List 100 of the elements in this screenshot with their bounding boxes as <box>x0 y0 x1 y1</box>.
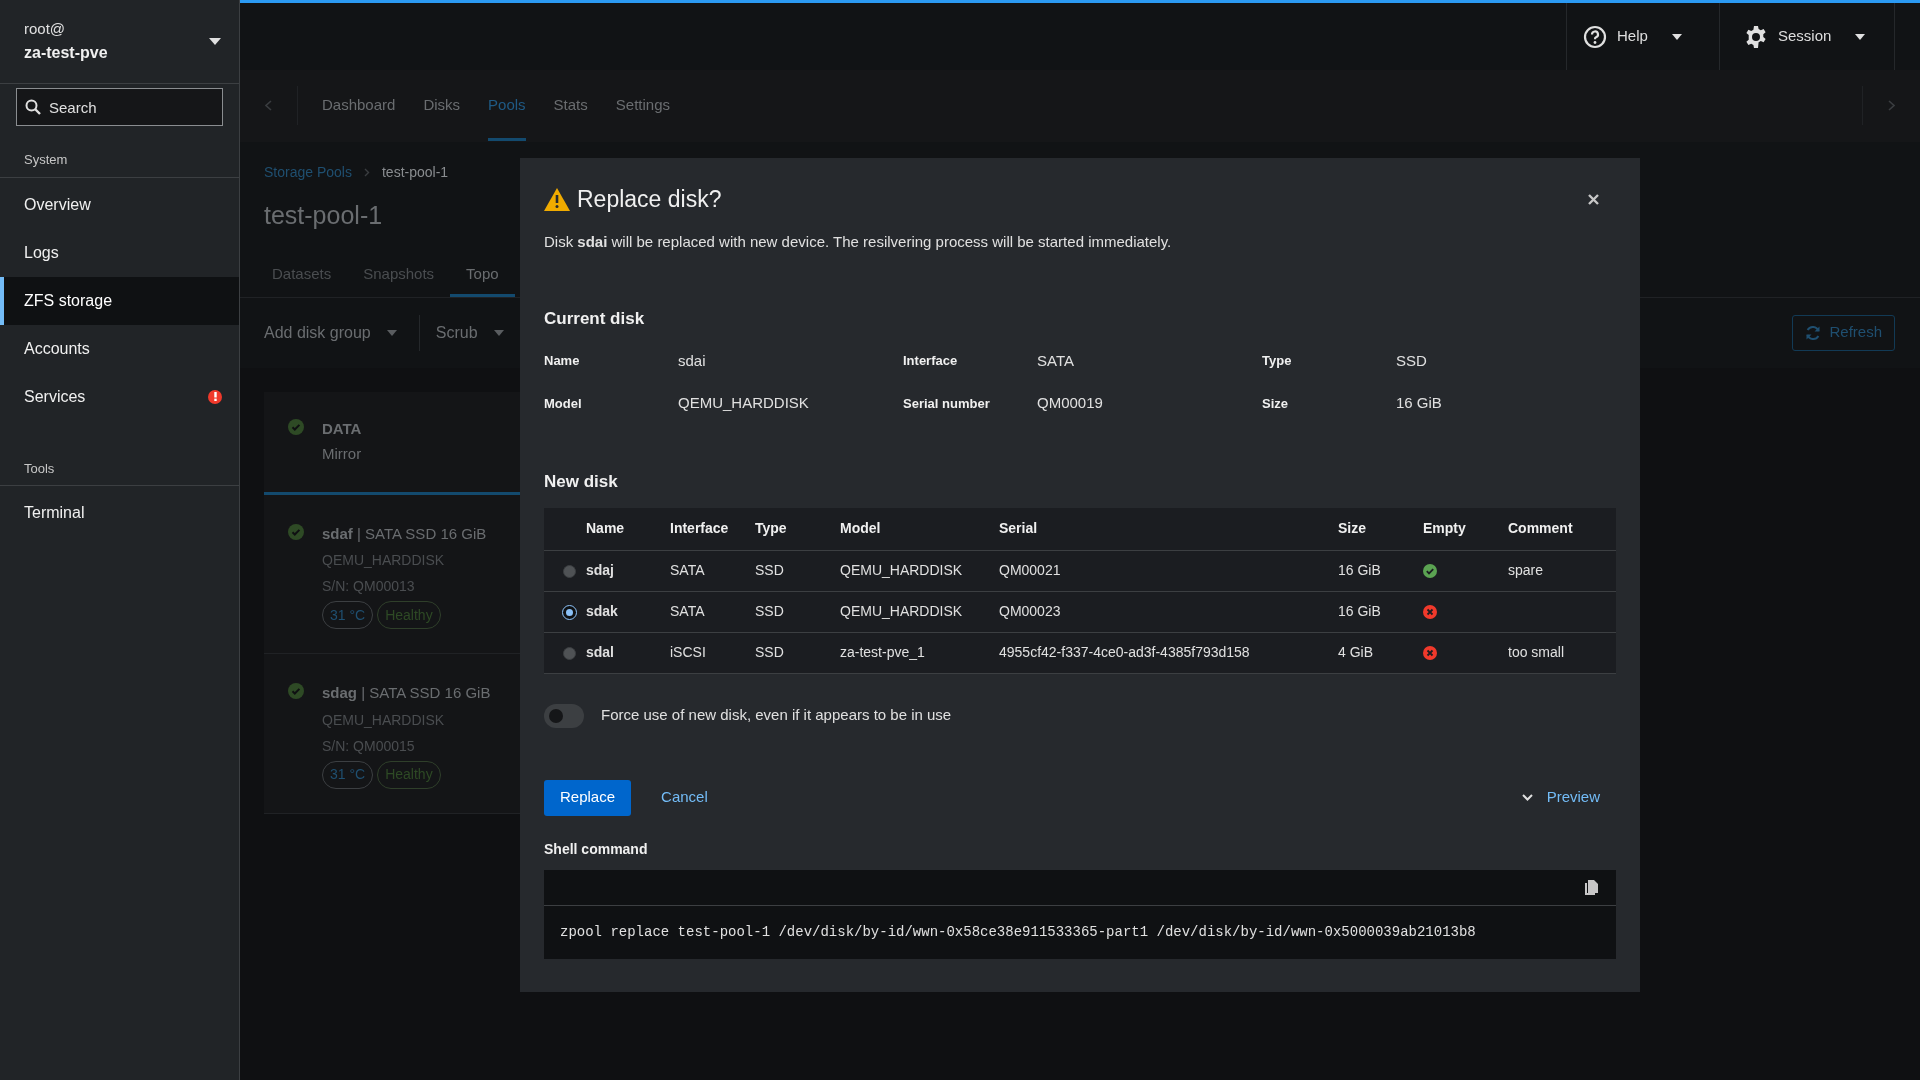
field-label: Size <box>1262 394 1289 413</box>
copy-button[interactable] <box>1583 877 1600 897</box>
column-header: Serial <box>999 520 1038 537</box>
radio-button[interactable] <box>562 605 576 619</box>
column-header: Model <box>840 520 881 537</box>
table-cell: SSD <box>755 603 784 619</box>
page-tab[interactable]: Snapshots <box>347 254 451 297</box>
table-cell: QM00023 <box>999 603 1061 619</box>
chevron-down-icon <box>1521 794 1533 801</box>
column-header: Size <box>1338 520 1366 537</box>
field-value: 16 GiB <box>1396 393 1443 413</box>
section-heading: New disk <box>544 470 619 493</box>
scroll-left-icon[interactable] <box>265 100 272 111</box>
group-name: DATA <box>322 418 362 439</box>
dialog-message: Disk sdai will be replaced with new device. The resilvering process will be started immediately. <box>544 231 1173 252</box>
table-cell: QEMU_HARDDISK <box>840 562 963 578</box>
page-tab[interactable]: Topo <box>450 254 515 297</box>
close-icon <box>1588 193 1599 205</box>
radio-button[interactable] <box>562 564 576 578</box>
nav-tab[interactable]: Disks <box>423 70 461 141</box>
table-cell: spare <box>1508 562 1544 578</box>
nav-tab[interactable]: Dashboard <box>322 70 396 141</box>
check-icon <box>288 683 304 699</box>
field-value: SATA <box>1037 350 1075 371</box>
field-label: Shell command <box>544 839 649 859</box>
nav-item[interactable]: ZFS storage <box>0 276 239 325</box>
replace-button[interactable]: Replace <box>544 779 632 816</box>
caret-icon <box>386 329 397 336</box>
shell-command: zpool replace test-pool-1 /dev/disk/by-id/wwn-0x58ce38e911533365-part1 /dev/disk/by-id/wwn-0x5000039ab21013b8 <box>559 922 1477 942</box>
table-cell: SATA <box>670 562 705 578</box>
check-icon <box>288 523 304 540</box>
toggle-switch[interactable] <box>544 703 584 728</box>
nav-tab[interactable]: Settings <box>615 70 670 141</box>
session-menu[interactable]: Session <box>1736 20 1874 53</box>
table-cell: 4955cf42-f337-4ce0-ad3f-4385f793d158 <box>999 644 1250 660</box>
disk-serial: S/N: QM00013 <box>322 577 416 596</box>
nav-item[interactable]: Accounts <box>0 324 239 373</box>
breadcrumb-link[interactable]: Storage Pools <box>264 162 352 183</box>
page-title: test-pool-1 <box>264 200 383 231</box>
radio-button[interactable] <box>562 646 576 660</box>
column-header: Name <box>586 520 625 537</box>
breadcrumb-current: test-pool-1 <box>381 163 449 182</box>
search-field[interactable]: Search <box>16 88 223 126</box>
disk-title: sdaf | SATA SSD 16 GiB <box>322 523 487 544</box>
field-label: Serial number <box>903 394 991 413</box>
section-title: Tools <box>0 434 239 486</box>
table-cell: QM00021 <box>999 562 1061 578</box>
caret-icon <box>1855 33 1866 40</box>
disk-model: QEMU_HARDDISK <box>322 551 446 570</box>
check-icon <box>288 418 304 435</box>
table-cell: 16 GiB <box>1338 603 1381 619</box>
scroll-right-icon[interactable] <box>1888 100 1895 111</box>
chevron-icon <box>363 168 370 177</box>
disk-model: QEMU_HARDDISK <box>322 710 446 730</box>
table-cell: za-test-pve_1 <box>840 644 925 660</box>
nav-item[interactable]: Overview <box>0 180 239 229</box>
table-cell: 16 GiB <box>1338 562 1381 578</box>
preview-toggle[interactable]: Preview <box>1521 779 1600 816</box>
nav-item[interactable]: Terminal <box>0 489 239 537</box>
table-cell: 4 GiB <box>1338 644 1373 660</box>
column-header: Type <box>755 520 787 537</box>
refresh-icon <box>1805 324 1822 341</box>
page-tab[interactable]: Datasets <box>256 254 348 297</box>
search-icon <box>25 99 41 115</box>
help-menu[interactable]: Help <box>1575 20 1690 53</box>
help-icon <box>1583 24 1607 49</box>
nav-item[interactable]: Services <box>0 372 239 421</box>
cancel-button[interactable]: Cancel <box>645 779 724 816</box>
toggle-label: Force use of new disk, even if it appears to be in use <box>601 705 952 726</box>
field-value: QM00019 <box>1037 393 1104 413</box>
table-cell: SSD <box>755 562 784 578</box>
field-value: SSD <box>1396 350 1428 371</box>
dropdown-menu[interactable]: Scrub <box>419 320 504 345</box>
field-value: QEMU_HARDDISK <box>678 393 810 413</box>
settings-icon <box>1744 24 1768 49</box>
field-label: Model <box>544 394 583 413</box>
caret-icon[interactable] <box>209 38 221 45</box>
warning-icon <box>544 187 570 211</box>
table-cell: sdaj <box>586 562 614 578</box>
nav-item[interactable]: Logs <box>0 228 239 277</box>
dropdown-menu[interactable]: Add disk group <box>264 314 420 351</box>
table-cell: too small <box>1508 644 1565 660</box>
section-title: System <box>0 126 239 178</box>
table-cell: SATA <box>670 603 705 619</box>
dialog-title: Replace disk? <box>577 185 722 214</box>
column-header: Interface <box>670 520 729 537</box>
user-name: root@ <box>24 19 67 40</box>
table-cell: SSD <box>755 644 784 660</box>
copy-icon <box>1585 879 1598 895</box>
host-name: za-test-pve <box>24 42 108 63</box>
table-cell: sdal <box>586 644 614 660</box>
field-label: Type <box>1262 352 1293 370</box>
field-value: sdai <box>678 350 707 371</box>
disk-title: sdag | SATA SSD 16 GiB <box>322 683 491 703</box>
nav-tab[interactable]: Stats <box>553 70 588 141</box>
table-cell: iSCSI <box>670 644 706 660</box>
field-label: Interface <box>903 352 959 370</box>
group-layout: Mirror <box>322 444 362 464</box>
table-cell: QEMU_HARDDISK <box>840 603 963 619</box>
refresh-button[interactable]: Refresh <box>1792 314 1895 351</box>
